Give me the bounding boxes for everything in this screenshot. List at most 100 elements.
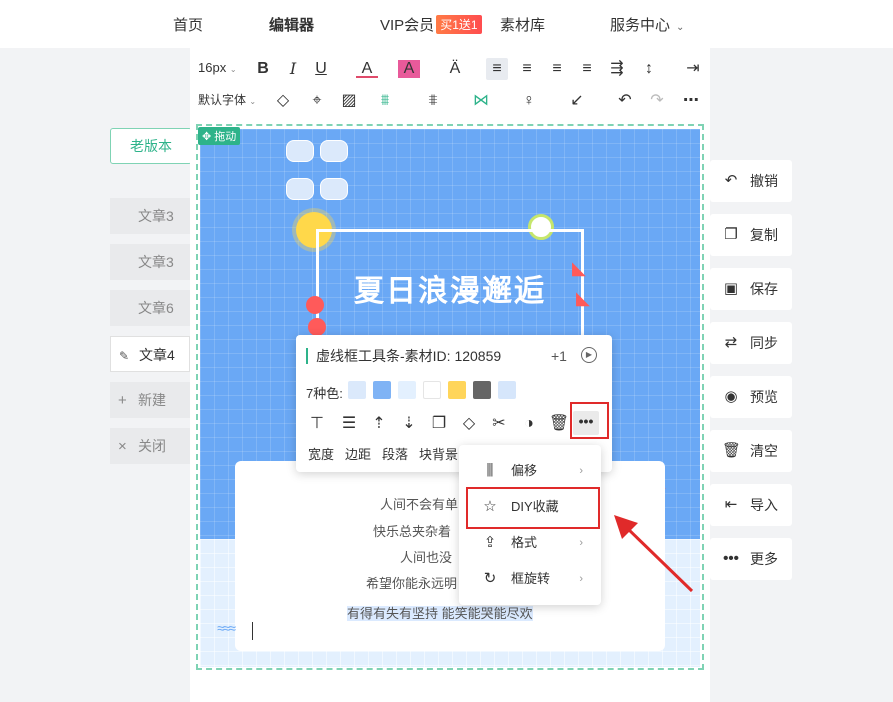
move-icon: ✥: [202, 131, 212, 143]
preview-button[interactable]: ◉ 预览: [710, 376, 792, 418]
menu-item-format[interactable]: ⇪ 格式 ›: [459, 525, 601, 561]
italic-icon[interactable]: I: [282, 58, 304, 80]
copy-icon: ❐: [724, 226, 738, 243]
color-swatch[interactable]: [423, 381, 441, 399]
move-up-icon[interactable]: ⇡: [368, 413, 390, 435]
image-icon[interactable]: ▨: [338, 90, 360, 112]
toolbar-row-2: 默认字体 ⌄ ◇ ⌖ ▨ ⩩ ⩨ ⋈ ♀ ↙ ↶ ↷ ⋯: [190, 86, 710, 118]
spacing-icon[interactable]: ⩨: [422, 90, 444, 112]
chevron-right-icon: ›: [579, 465, 583, 477]
new-doc-label: 新建: [138, 392, 166, 408]
action-label: 导入: [750, 497, 778, 513]
vip-badge: 买1送1: [436, 15, 482, 34]
color-swatch[interactable]: [348, 381, 366, 399]
trash-icon[interactable]: 🗑: [548, 413, 570, 435]
nav-vip-label: VIP会员: [380, 17, 435, 34]
align-middle-icon[interactable]: ☰: [338, 413, 360, 435]
color-swatch[interactable]: [498, 381, 516, 399]
nav-service-label: 服务中心: [610, 17, 671, 34]
align-top-icon[interactable]: ⊤: [306, 413, 328, 435]
plus-one-button[interactable]: +1: [551, 348, 567, 364]
color-swatch[interactable]: [373, 381, 391, 399]
indent-icon[interactable]: ⇶: [606, 58, 628, 80]
trash-icon: 🗑: [722, 442, 742, 459]
close-doc-button[interactable]: × 关闭: [110, 428, 190, 464]
underline-icon[interactable]: U: [310, 58, 332, 80]
popup-title: 虚线框工具条-素材ID: 120859: [306, 348, 501, 364]
align-center-icon[interactable]: ≡: [516, 58, 538, 80]
font-family-select[interactable]: 默认字体 ⌄: [198, 86, 256, 114]
redo-icon[interactable]: ↷: [646, 90, 668, 112]
eye-icon: ◉: [724, 388, 738, 405]
font-size-select[interactable]: 16px ⌄: [198, 54, 237, 82]
format-brush-icon[interactable]: ⌖: [306, 90, 328, 112]
undo-button[interactable]: ↶ 撤销: [710, 160, 792, 202]
eraser-icon[interactable]: ◇: [458, 413, 480, 435]
eraser-icon[interactable]: ◇: [272, 90, 294, 112]
nav-home[interactable]: 首页: [173, 14, 203, 35]
align-justify-icon[interactable]: ≡: [576, 58, 598, 80]
bg-color-icon[interactable]: A: [398, 60, 420, 78]
undo-icon[interactable]: ↶: [614, 90, 636, 112]
bulb-icon[interactable]: ♀: [518, 90, 540, 112]
chevron-down-icon: ⌄: [229, 65, 237, 74]
font-size-value: 16px: [198, 60, 227, 75]
nav-editor[interactable]: 编辑器: [269, 14, 314, 35]
top-nav: 首页 编辑器 VIP会员 买1送1 素材库 服务中心 ⌄: [0, 0, 893, 48]
align-right-icon[interactable]: ≡: [546, 58, 568, 80]
duplicate-icon[interactable]: ❐: [428, 413, 450, 435]
divider-icon[interactable]: ⩩: [374, 90, 396, 112]
drag-label: 拖动: [214, 131, 237, 143]
doc-item[interactable]: 文章6: [110, 290, 190, 326]
chevron-right-icon: ›: [579, 573, 583, 585]
arrow-icon[interactable]: ↙: [566, 90, 588, 112]
move-down-icon[interactable]: ⇣: [398, 413, 420, 435]
menu-item-label: 偏移: [511, 463, 538, 478]
clear-button[interactable]: 🗑 清空: [710, 430, 792, 472]
arrow-shaft: [624, 525, 694, 593]
color-swatch[interactable]: [473, 381, 491, 399]
nav-service[interactable]: 服务中心 ⌄: [610, 14, 684, 35]
copy-button[interactable]: ❐ 复制: [710, 214, 792, 256]
action-label: 撤销: [750, 173, 778, 189]
tab-paragraph[interactable]: 段落: [382, 444, 408, 463]
undo-icon: ↶: [724, 172, 738, 189]
exit-icon[interactable]: ⇥: [682, 58, 704, 80]
save-button[interactable]: ▣ 保存: [710, 268, 792, 310]
nav-vip[interactable]: VIP会员 买1送1: [380, 14, 482, 35]
color-swatch[interactable]: [398, 381, 416, 399]
import-button[interactable]: ⇤ 导入: [710, 484, 792, 526]
bold-icon[interactable]: B: [252, 58, 274, 80]
contrast-icon[interactable]: ◑: [518, 413, 540, 435]
more-icon[interactable]: ⋯: [680, 90, 702, 112]
nav-materials[interactable]: 素材库: [500, 14, 545, 35]
color-swatch[interactable]: [448, 381, 466, 399]
close-doc-label: 关闭: [138, 438, 166, 454]
section-icon[interactable]: ⋈: [470, 90, 492, 112]
tab-width[interactable]: 宽度: [308, 444, 334, 463]
align-left-icon[interactable]: ≡: [486, 58, 508, 80]
chevron-right-icon: ›: [579, 537, 583, 549]
menu-item-offset[interactable]: ⫼ 偏移 ›: [459, 453, 601, 489]
doc-item-active[interactable]: ✎ 文章4: [110, 336, 190, 372]
more-button[interactable]: ••• 更多: [710, 538, 792, 580]
export-icon: ⇪: [483, 534, 497, 551]
new-doc-button[interactable]: + 新建: [110, 382, 190, 418]
menu-item-rotate[interactable]: ↻ 框旋转 ›: [459, 561, 601, 597]
doc-item[interactable]: 文章3: [110, 198, 190, 234]
letter-spacing-icon[interactable]: Ä: [444, 58, 466, 80]
tab-margin[interactable]: 边距: [345, 444, 371, 463]
drag-handle[interactable]: ✥ 拖动: [198, 127, 241, 145]
highlight-box-more: [570, 402, 609, 439]
scissors-icon[interactable]: ✂: [488, 413, 510, 435]
tab-block-bg[interactable]: 块背景: [419, 444, 458, 463]
save-icon: ▣: [723, 280, 739, 297]
play-icon[interactable]: ▶: [581, 347, 597, 363]
font-color-icon[interactable]: A: [356, 58, 378, 78]
old-version-button[interactable]: 老版本: [110, 128, 192, 164]
line-height-icon[interactable]: ↕: [638, 58, 660, 80]
chevron-down-icon: ⌄: [249, 97, 257, 106]
doc-item[interactable]: 文章3: [110, 244, 190, 280]
sync-button[interactable]: ⇄ 同步: [710, 322, 792, 364]
menu-item-label: 框旋转: [511, 571, 551, 586]
